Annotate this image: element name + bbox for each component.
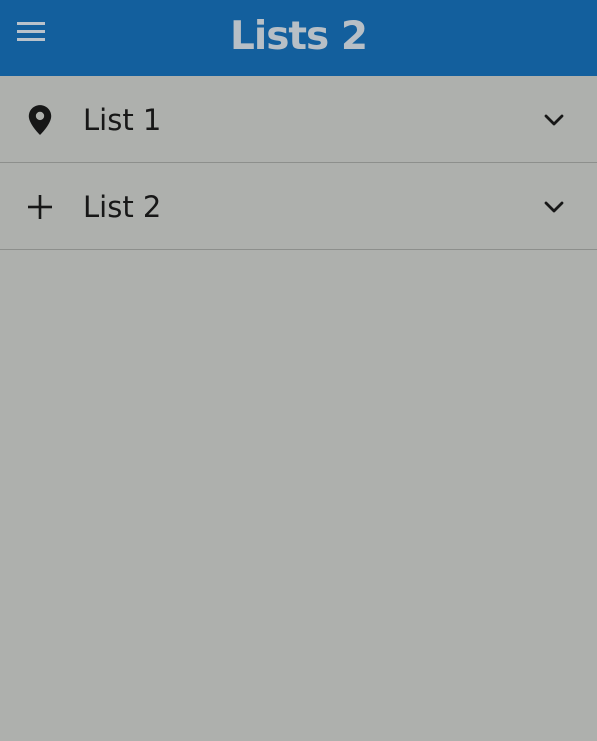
chevron-down-icon[interactable] — [540, 193, 568, 221]
list-item-label: List 2 — [83, 190, 162, 224]
chevron-down-icon[interactable] — [540, 106, 568, 134]
app-bar: Lists 2 — [0, 0, 597, 76]
list-item-label: List 1 — [83, 103, 162, 137]
list-item-list-2[interactable]: List 2 — [0, 163, 597, 250]
map-pin-icon — [24, 104, 56, 136]
page-title: Lists 2 — [229, 14, 368, 59]
plus-icon — [24, 191, 56, 223]
list-item-list-1[interactable]: List 1 — [0, 76, 597, 163]
expandable-list: List 1 List 2 — [0, 76, 597, 250]
app-screen: Lists 2 List 1 List 2 — [0, 0, 597, 741]
